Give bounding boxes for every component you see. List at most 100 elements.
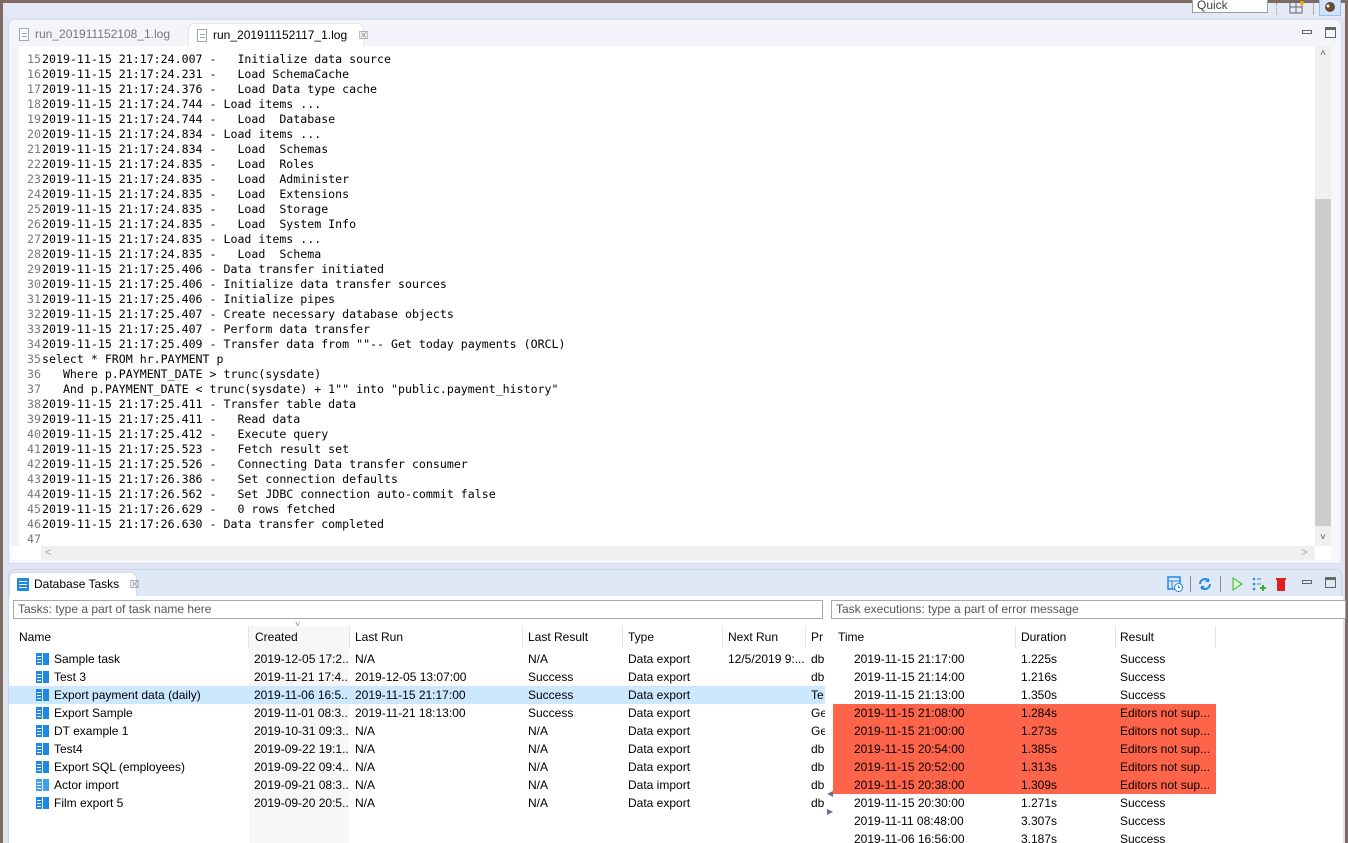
execution-result: Success [1120, 814, 1166, 828]
task-name: Film export 5 [54, 796, 124, 810]
run-task-icon[interactable] [1229, 576, 1245, 592]
task-row[interactable]: Export payment data (daily) 2019-11-06 16… [9, 686, 825, 704]
execution-duration: 1.350s [1021, 688, 1058, 702]
column-divider[interactable] [1115, 626, 1116, 648]
scroll-down-icon[interactable]: ˅ [1315, 530, 1331, 546]
minimize-icon[interactable] [1302, 30, 1312, 34]
execution-row-error[interactable]: 2019-11-15 21:08:00 1.284s Editors not sup… [833, 704, 1216, 722]
log-line: 222019-11-15 21:17:24.835 - Load Roles [19, 157, 566, 172]
horizontal-scrollbar[interactable]: < > [41, 545, 1315, 560]
close-tab-icon[interactable]: ☒ [358, 25, 368, 47]
add-task-icon[interactable] [1251, 576, 1267, 592]
execution-result: Editors not sup... [1120, 742, 1211, 756]
export-task-icon [36, 689, 49, 701]
column-header-result[interactable]: Result [1120, 626, 1215, 648]
column-divider[interactable] [1215, 626, 1216, 648]
vertical-scrollbar[interactable]: ˄ ˅ [1315, 46, 1331, 546]
task-row[interactable]: Sample task 2019-12-05 17:2... N/A N/A Data … [9, 650, 825, 668]
line-number: 36 [27, 367, 41, 381]
quick-access-input[interactable]: Quick Access [1192, 0, 1268, 13]
column-divider[interactable] [622, 626, 623, 648]
task-type: Data export [628, 688, 691, 702]
line-number: 34 [27, 337, 41, 351]
line-number: 35 [27, 352, 41, 366]
column-header-project[interactable]: Pr [811, 626, 825, 648]
scroll-up-icon[interactable]: ˄ [1315, 46, 1331, 62]
scroll-left-icon[interactable]: < [45, 545, 52, 559]
execution-row[interactable]: 2019-11-15 21:13:00 1.350s Success [833, 686, 1216, 704]
execution-row-error[interactable]: 2019-11-15 21:00:00 1.273s Editors not sup… [833, 722, 1216, 740]
delete-task-icon[interactable] [1273, 576, 1289, 592]
column-header-last-result[interactable]: Last Result [528, 626, 623, 648]
task-row[interactable]: Actor import 2019-09-21 08:3... N/A N/A Data… [9, 776, 825, 794]
task-next-run [728, 668, 806, 686]
log-lines: 152019-11-15 21:17:24.007 - Initialize d… [19, 52, 566, 547]
log-line: 182019-11-15 21:17:24.744 - Load items .… [19, 97, 566, 112]
task-row[interactable]: Test4 2019-09-22 19:1... N/A N/A Data export… [9, 740, 825, 758]
line-number: 23 [27, 172, 41, 186]
column-header-time[interactable]: Time [838, 626, 1016, 648]
execution-result: Success [1120, 670, 1166, 684]
tab-log-2108[interactable]: run_201911152108_1.log [11, 23, 183, 46]
dbeaver-perspective-button[interactable] [1319, 0, 1341, 16]
editor-tabs: run_201911152108_1.log run_201911152117_… [9, 20, 1341, 46]
column-header-name[interactable]: Name [19, 626, 247, 648]
execution-row[interactable]: 2019-11-15 21:14:00 1.216s Success [833, 668, 1216, 686]
tasks-content: Tasks: type a part of task name here Tas… [9, 596, 1346, 843]
export-task-icon [36, 653, 49, 665]
log-line: 432019-11-15 21:17:26.386 - Set connecti… [19, 472, 566, 487]
executions-filter-input[interactable]: Task executions: type a part of error me… [831, 600, 1346, 619]
task-name: DT example 1 [54, 724, 129, 738]
task-row[interactable]: Test 3 2019-11-21 17:4... 2019-12-05 13:07… [9, 668, 825, 686]
column-header-next-run[interactable]: Next Run [728, 626, 808, 648]
minimize-icon[interactable] [1302, 580, 1312, 584]
open-perspective-icon[interactable] [1289, 1, 1305, 15]
sort-descending-icon: ˅ [295, 619, 301, 629]
column-divider[interactable] [1015, 626, 1016, 648]
log-line: 412019-11-15 21:17:25.523 - Fetch result… [19, 442, 566, 457]
execution-row-error[interactable]: 2019-11-15 20:52:00 1.313s Editors not sup… [833, 758, 1216, 776]
line-text: 2019-11-15 21:17:24.835 - Load Administe… [42, 172, 350, 186]
line-number: 27 [27, 232, 41, 246]
maximize-icon[interactable] [1325, 577, 1336, 588]
column-divider[interactable] [722, 626, 723, 648]
execution-row[interactable]: 2019-11-11 08:48:00 3.307s Success [833, 812, 1216, 830]
execution-row-error[interactable]: 2019-11-15 20:38:00 1.309s Editors not sup… [833, 776, 1216, 794]
column-divider[interactable] [349, 626, 350, 648]
log-line: 452019-11-15 21:17:26.629 - 0 rows fetch… [19, 502, 566, 517]
column-header-created[interactable]: Created [255, 626, 349, 648]
column-divider[interactable] [805, 626, 806, 648]
toolbar-grip[interactable] [1276, 3, 1279, 15]
maximize-icon[interactable] [1325, 27, 1336, 38]
execution-row[interactable]: 2019-11-06 16:56:00 3.187s Success [833, 830, 1216, 843]
tasks-filter-input[interactable]: Tasks: type a part of task name here [13, 600, 823, 619]
line-text: 2019-11-15 21:17:25.523 - Fetch result s… [42, 442, 350, 456]
execution-row[interactable]: 2019-11-15 21:17:00 1.225s Success [833, 650, 1216, 668]
task-row[interactable]: Film export 5 2019-09-20 20:5... N/A N/A Dat… [9, 794, 825, 812]
task-type: Data export [628, 706, 691, 720]
tab-database-tasks[interactable]: Database Tasks ☒ [9, 572, 140, 596]
log-line: 342019-11-15 21:17:25.409 - Transfer dat… [19, 337, 565, 352]
line-text: 2019-11-15 21:17:25.406 - Initialize pip… [42, 292, 336, 306]
schedule-icon[interactable] [1167, 576, 1183, 592]
execution-row-error[interactable]: 2019-11-15 20:54:00 1.385s Editors not sup… [833, 740, 1216, 758]
execution-time: 2019-11-15 20:54:00 [854, 742, 965, 756]
column-divider[interactable] [522, 626, 523, 648]
column-header-type[interactable]: Type [628, 626, 723, 648]
task-row[interactable]: Export SQL (employees) 2019-09-22 09:4...… [9, 758, 825, 776]
column-divider[interactable] [248, 626, 249, 648]
execution-row[interactable]: 2019-11-15 20:30:00 1.271s Success [833, 794, 1216, 812]
task-row[interactable]: DT example 1 2019-10-31 09:3... N/A N/A Data… [9, 722, 825, 740]
close-tab-icon[interactable]: ☒ [130, 579, 140, 591]
scrollbar-thumb[interactable] [1315, 199, 1331, 526]
task-row[interactable]: Export Sample 2019-11-01 08:3... 2019-11-2… [9, 704, 825, 722]
line-number: 40 [27, 427, 41, 441]
log-text-area[interactable]: 152019-11-15 21:17:24.007 - Initialize d… [11, 46, 1339, 560]
scroll-right-icon[interactable]: > [1301, 545, 1308, 559]
column-header-duration[interactable]: Duration [1021, 626, 1115, 648]
execution-result: Editors not sup... [1120, 724, 1211, 738]
tab-log-2117[interactable]: run_201911152117_1.log ☒ [188, 23, 368, 46]
refresh-icon[interactable] [1197, 576, 1213, 592]
line-number: 46 [27, 517, 41, 531]
column-header-last-run[interactable]: Last Run [355, 626, 523, 648]
